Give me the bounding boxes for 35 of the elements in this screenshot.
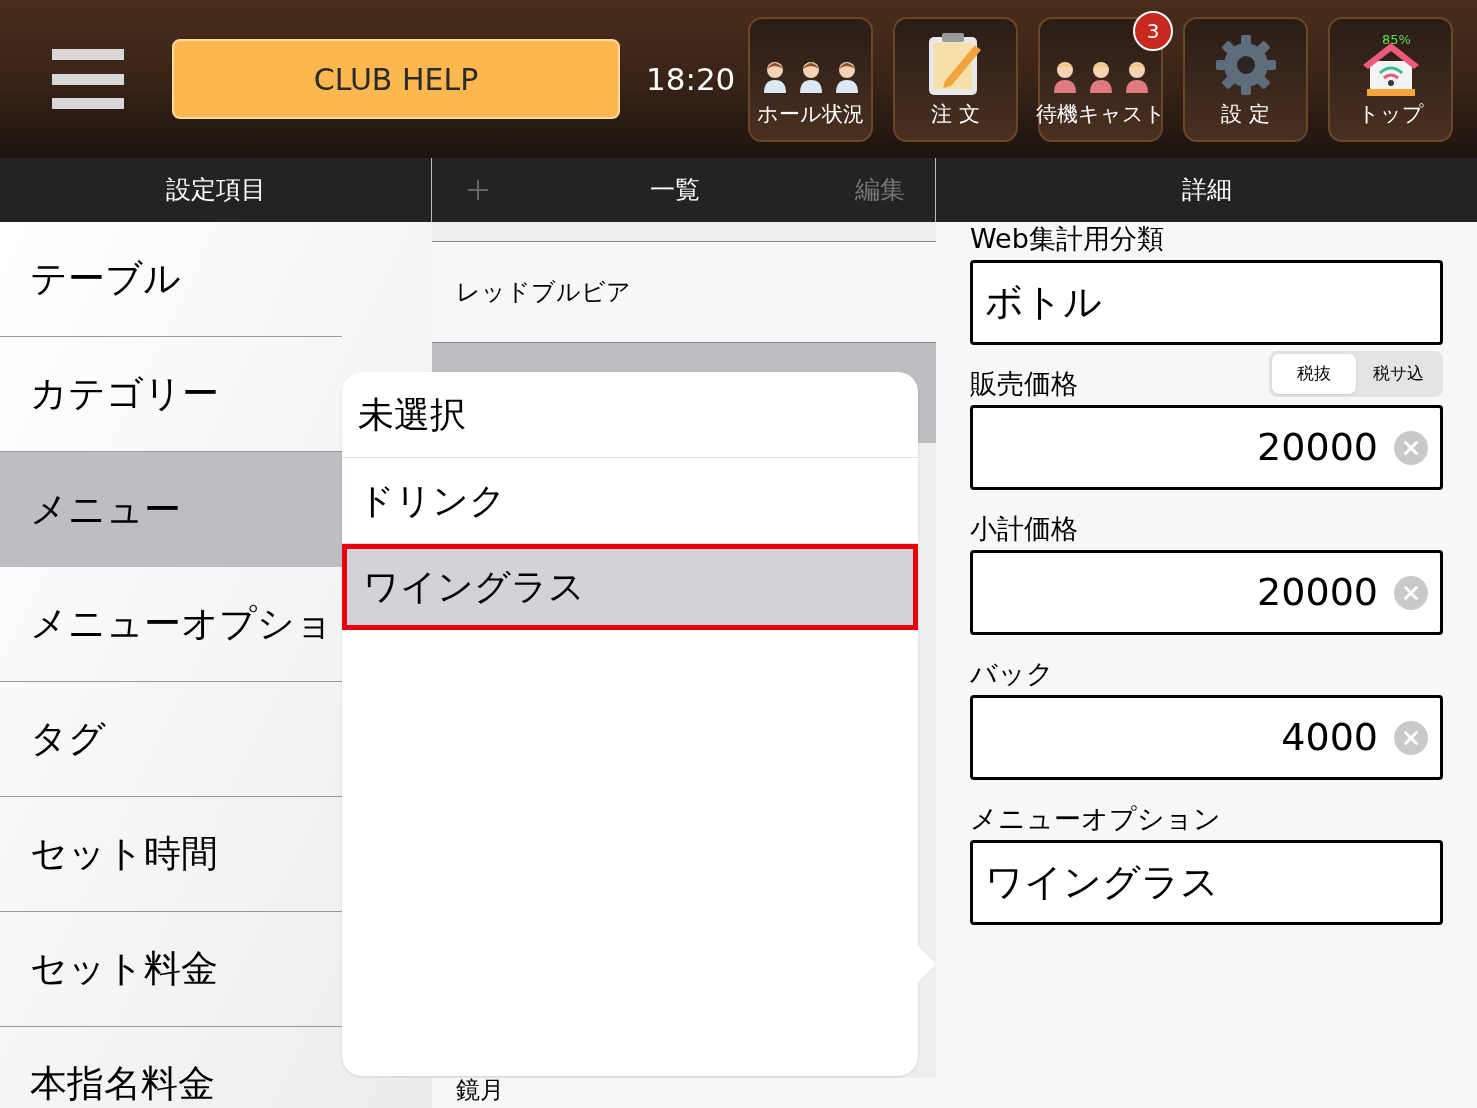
field-label: メニューオプション — [970, 805, 1221, 832]
list-row[interactable]: 鏡月 — [432, 1078, 936, 1108]
settings-item[interactable]: テーブル — [0, 222, 342, 337]
toolbar-tile[interactable]: ホール状況 — [748, 16, 873, 142]
menu-icon[interactable] — [52, 49, 124, 109]
price-field[interactable]: 4000 — [970, 695, 1443, 780]
column-title: 設定項目 — [165, 174, 266, 207]
clock-time: 18:20 — [646, 59, 736, 99]
dropdown-option[interactable]: 未選択 — [342, 372, 918, 458]
toolbar-tile[interactable]: 設 定 — [1183, 16, 1308, 142]
field-label: 小計価格 — [970, 515, 1078, 542]
field-label: 販売価格 — [970, 370, 1078, 397]
clear-icon[interactable] — [1394, 720, 1428, 755]
segment-option[interactable]: 税サ込 — [1356, 354, 1440, 394]
dropdown-option[interactable]: ワイングラス — [342, 544, 918, 630]
edit-button[interactable]: 編集 — [855, 171, 905, 209]
segment-option[interactable]: 税抜 — [1272, 354, 1356, 394]
text-field[interactable]: ボトル — [970, 260, 1443, 345]
toolbar-tile[interactable]: 85% トップ — [1328, 16, 1453, 142]
list-row[interactable]: レッドブルビア — [432, 241, 936, 342]
toolbar-tile[interactable]: 注 文 — [893, 16, 1018, 142]
clear-icon[interactable] — [1394, 575, 1428, 610]
clear-icon[interactable] — [1394, 430, 1428, 465]
settings-item[interactable]: メニュー — [0, 452, 342, 567]
gear-icon — [1213, 33, 1278, 98]
column-title: 詳細 — [1181, 174, 1232, 207]
field-label: Web集計用分類 — [970, 225, 1164, 252]
price-field[interactable]: 20000 — [970, 405, 1443, 490]
price-field[interactable]: 20000 — [970, 550, 1443, 635]
text-field[interactable]: ワイングラス — [970, 840, 1443, 925]
battery-percent: 85% — [1382, 32, 1411, 46]
help-button[interactable]: CLUB HELP — [172, 39, 620, 119]
field-label: バック — [970, 660, 1054, 687]
column-title: 一覧 — [649, 174, 700, 207]
notification-badge: 3 — [1133, 10, 1173, 51]
